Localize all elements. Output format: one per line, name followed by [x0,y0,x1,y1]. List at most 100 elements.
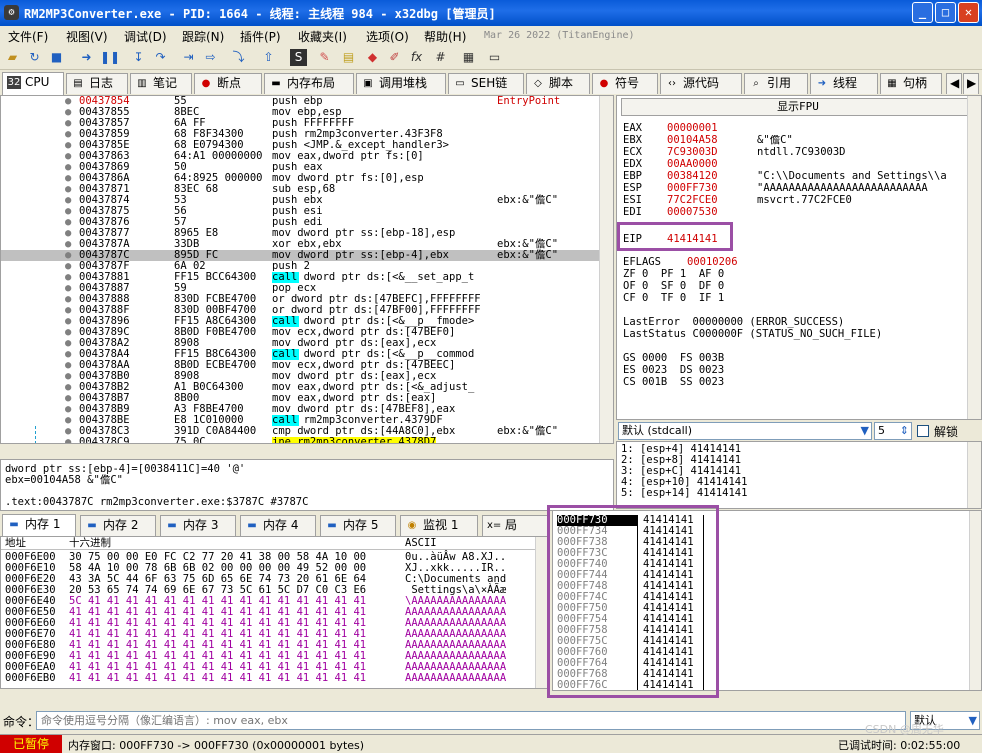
register-comment: msvcrt.77C2FCE0 [757,195,852,206]
functions-icon[interactable]: fx [408,49,425,66]
menu-view[interactable]: 视图(V) [66,28,108,45]
arg-count-spinner[interactable]: 5 ⇕ [874,422,912,440]
labels-icon[interactable]: ◆ [364,49,381,66]
tab-locals[interactable]: x= 局 [482,515,548,536]
execute-till-return-icon[interactable]: ⇧ [260,49,277,66]
open-icon[interactable]: ▰ [4,49,21,66]
segment-row[interactable]: ES 0023 DS 0023 [623,365,724,376]
trace-into-icon[interactable]: ⇥ [180,49,197,66]
tab-threads[interactable]: ➜ 线程 [810,73,878,94]
run-icon[interactable]: ➜ [78,49,95,66]
status-elapsed-time: 已调试时间: 0:02:55:00 [838,739,961,752]
script-icon[interactable]: S [290,49,307,66]
register-value[interactable]: 7C93003D [667,147,718,158]
disasm-row[interactable]: ● 004378C9 75 0C jne rm2mp3converter.4378D7 [1,437,601,444]
registers-scrollbar[interactable] [967,96,981,419]
calculator-icon[interactable]: ▦ [460,49,477,66]
register-comment [757,207,967,218]
shell-icon[interactable]: ▭ [486,49,503,66]
register-value[interactable]: 77C2FCE0 [667,195,718,206]
segment-row[interactable]: GS 0000 FS 003B [623,353,724,364]
status-message: 内存窗口: 000FF730 -> 000FF730 (0x00000001 b… [68,739,365,752]
register-comment [757,159,967,170]
tab-dump-4[interactable]: ▬ 内存 4 [240,515,316,536]
title-bar: ⚙ RM2MP3Converter.exe - PID: 1664 - 线程: … [0,0,982,26]
tab-memory-map[interactable]: ▬ 内存布局 [264,73,354,94]
disassembly-view[interactable]: ● 00437854 55 push ebp EntryPoint ● 00437855 8B… [0,95,614,444]
calling-convention-select[interactable]: 默认 (stdcall) ▼ [618,422,872,440]
arguments-view[interactable]: 1: [esp+4] 41414141 2: [esp+8] 41414141 3:… [616,441,982,509]
register-name: ESP [623,182,642,194]
maximize-button[interactable]: □ [935,2,956,23]
stack-scrollbar[interactable] [969,511,981,690]
menu-help[interactable]: 帮助(H) [424,28,466,45]
register-value[interactable]: 000FF730 [667,183,718,194]
bookmark-icon[interactable]: ✐ [386,49,403,66]
chevron-down-icon: ▼ [860,424,869,437]
hex-dump-view[interactable]: 地址 十六进制 ASCII 000F6E00 30 75 00 00 E0 FC … [0,536,550,689]
run-to-user-icon[interactable]: ⤵ [230,49,247,66]
tab-source[interactable]: ‹› 源代码 [660,73,742,94]
register-value[interactable]: 00AA0000 [667,159,718,170]
tab-scroll-right[interactable]: ▶ [963,73,979,94]
tab-dump-2[interactable]: ▬ 内存 2 [80,515,156,536]
tab-dump-5[interactable]: ▬ 内存 5 [320,515,396,536]
menu-trace[interactable]: 跟踪(N) [182,28,224,45]
step-over-icon[interactable]: ↷ [152,49,169,66]
registers-view[interactable]: 显示FPU EAX 00000001 EBX 00104A58 &"儋C" ECX 7C93… [616,95,982,420]
minimize-button[interactable]: _ [912,2,933,23]
dump-row[interactable]: 000F6EB0 41 41 41 41 41 41 41 41 41 41 41… [1,673,537,684]
tab-references[interactable]: ⌕ 引用 [744,73,808,94]
register-value[interactable]: 00104A58 [667,135,718,146]
last-status: LastStatus C000000F (STATUS_NO_SUCH_FILE… [623,328,883,340]
menu-options[interactable]: 选项(O) [366,28,409,45]
close-button[interactable]: ✕ [958,2,979,23]
tab-notes[interactable]: ▥ 笔记 [130,73,192,94]
menu-debug[interactable]: 调试(D) [124,28,167,45]
disasm-comment: ebx:&"儋C" [497,194,559,206]
disassembly-scrollbar[interactable] [599,96,613,443]
seh-icon: ▭ [455,78,465,89]
tab-dump-1[interactable]: ▬ 内存 1 [2,514,76,537]
restart-icon[interactable]: ↻ [26,49,43,66]
register-eflags-value[interactable]: 00010206 [687,257,738,268]
flags-row[interactable]: ZF 0 PF 1 AF 0 [623,269,724,280]
register-value[interactable]: 00384120 [667,171,718,182]
tab-dump-3[interactable]: ▬ 内存 3 [160,515,236,536]
hash-icon[interactable]: # [432,49,449,66]
unlock-checkbox[interactable] [917,425,929,437]
comments-icon[interactable]: ▤ [340,49,357,66]
breakpoint-dot-icon[interactable]: ● [65,437,71,444]
show-fpu-button[interactable]: 显示FPU [621,98,975,116]
tab-script[interactable]: ◇ 脚本 [526,73,590,94]
tab-breakpoints[interactable]: ● 断点 [194,73,262,94]
flags-row[interactable]: CF 0 TF 0 IF 1 [623,293,724,304]
threads-icon: ➜ [817,78,827,89]
tab-handles[interactable]: ▦ 句柄 [880,73,942,94]
menu-plugins[interactable]: 插件(P) [240,28,281,45]
stop-icon[interactable]: ■ [48,49,65,66]
tab-watch-1[interactable]: ◉ 监视 1 [400,515,478,536]
tab-call-stack[interactable]: ▣ 调用堆栈 [356,73,446,94]
arguments-scrollbar[interactable] [967,442,981,508]
step-into-icon[interactable]: ↧ [130,49,147,66]
menu-favourites[interactable]: 收藏夹(I) [298,28,347,45]
pause-icon[interactable]: ❚❚ [100,49,120,66]
menu-file[interactable]: 文件(F) [8,28,48,45]
segment-row[interactable]: CS 001B SS 0023 [623,377,724,388]
tab-cpu[interactable]: 32 CPU [2,72,64,95]
register-value[interactable]: 00000001 [667,123,718,134]
argument-row[interactable]: 5: [esp+14] 41414141 [621,488,747,499]
patch-icon[interactable]: ✎ [316,49,333,66]
tab-log[interactable]: ▤ 日志 [66,73,128,94]
disasm-instruction: jne rm2mp3converter.4378D7 [272,437,437,443]
register-value[interactable]: 00007530 [667,207,718,218]
flags-row[interactable]: OF 0 SF 0 DF 0 [623,281,724,292]
tab-scroll-left[interactable]: ◀ [946,73,962,94]
disasm-comment: EntryPoint [497,95,561,107]
dump-hex: 41 41 41 41 41 41 41 41 41 41 41 41 41 4… [69,672,367,684]
trace-over-icon[interactable]: ⇨ [202,49,219,66]
tab-seh-chain[interactable]: ▭ SEH链 [448,73,524,94]
tab-symbols[interactable]: ● 符号 [592,73,658,94]
command-input[interactable] [36,711,906,730]
